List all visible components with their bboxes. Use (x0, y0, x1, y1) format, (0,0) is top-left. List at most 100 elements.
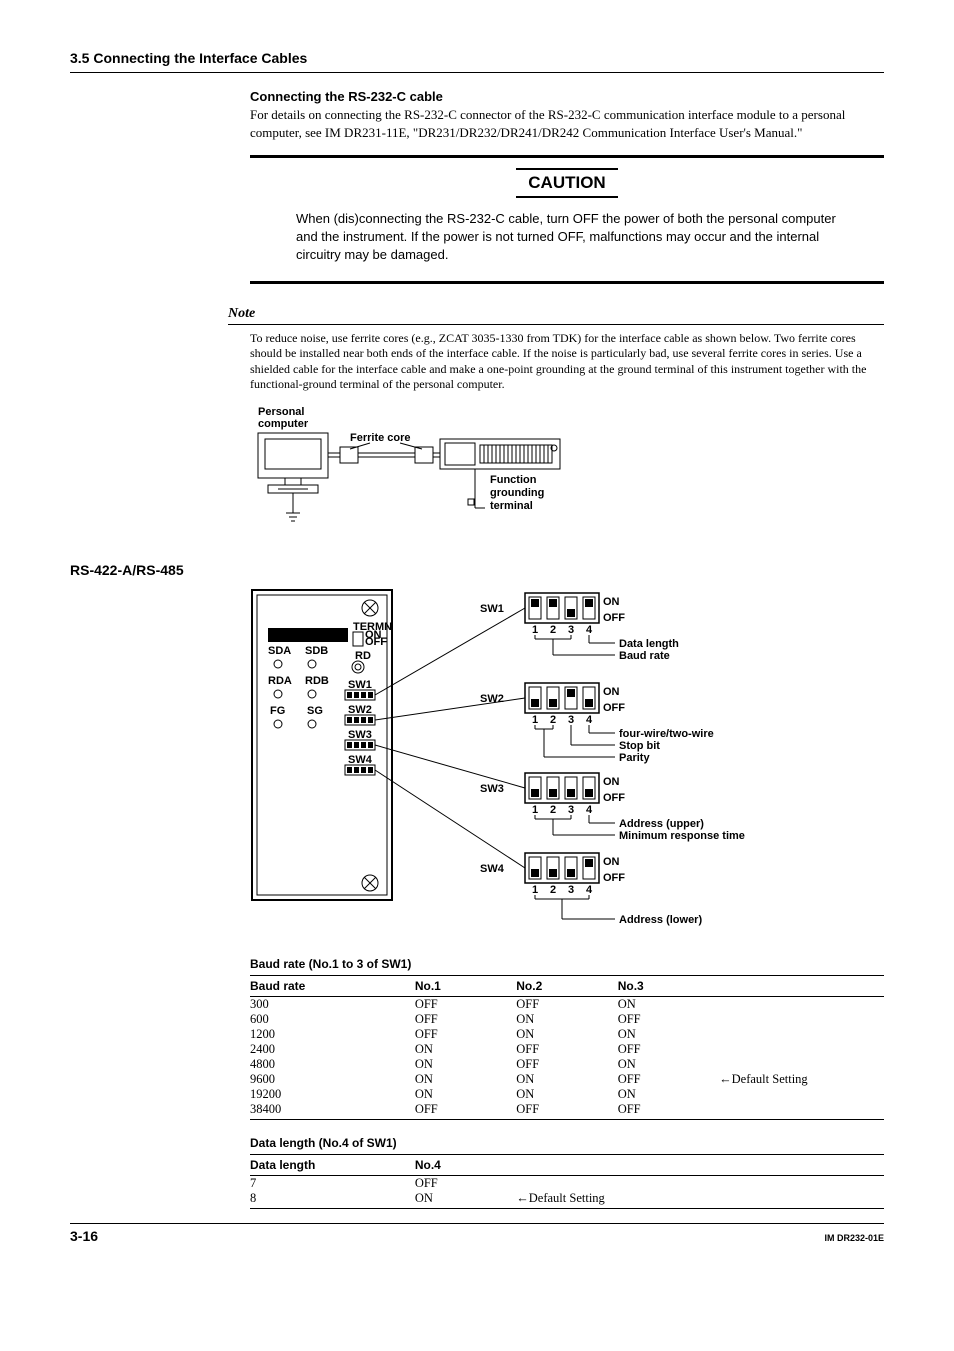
svg-text:1: 1 (532, 624, 538, 636)
svg-text:3: 3 (568, 624, 574, 636)
svg-text:SG: SG (307, 705, 323, 717)
dip-diagram: RS422/485 TERMN ON OFF RD SDA SDB RDA RD… (250, 588, 884, 941)
svg-text:terminal: terminal (490, 500, 533, 512)
table-cell: 300 (250, 997, 415, 1013)
svg-text:FG: FG (270, 705, 285, 717)
table-cell: ←Default Setting (719, 1072, 884, 1087)
table-cell: ON (516, 1012, 617, 1027)
table-cell: ON (516, 1087, 617, 1102)
svg-text:4: 4 (586, 884, 593, 896)
svg-text:Data length: Data length (619, 638, 679, 650)
table-cell (719, 1087, 884, 1102)
table-cell: OFF (618, 1102, 719, 1120)
table1-title: Baud rate (No.1 to 3 of SW1) (250, 957, 884, 971)
page-number: 3-16 (70, 1228, 98, 1244)
note-heading: Note (228, 306, 884, 325)
table-cell: OFF (516, 1102, 617, 1120)
svg-text:1: 1 (532, 714, 538, 726)
table-row: 19200ONONON (250, 1087, 884, 1102)
table-header: No.4 (415, 1155, 516, 1176)
page-footer: 3-16 IM DR232-01E (70, 1223, 884, 1244)
svg-text:ON: ON (603, 596, 620, 608)
caution-block: CAUTION When (dis)connecting the RS-232-… (250, 155, 884, 284)
rs232-body: For details on connecting the RS-232-C c… (250, 106, 884, 141)
svg-text:OFF: OFF (365, 636, 387, 648)
table-cell: ON (415, 1191, 516, 1209)
table-cell: 19200 (250, 1087, 415, 1102)
svg-text:2: 2 (550, 624, 556, 636)
svg-text:Ferrite core: Ferrite core (350, 432, 411, 444)
table-cell: OFF (618, 1042, 719, 1057)
svg-text:4: 4 (586, 714, 593, 726)
table-cell: 38400 (250, 1102, 415, 1120)
table-header: Data length (250, 1155, 415, 1176)
svg-text:2: 2 (550, 804, 556, 816)
table-cell: OFF (415, 997, 516, 1013)
svg-text:Address (lower): Address (lower) (619, 914, 702, 926)
table-header: No.3 (618, 976, 719, 997)
svg-text:4: 4 (586, 624, 593, 636)
svg-text:SDA: SDA (268, 645, 291, 657)
svg-text:3: 3 (568, 884, 574, 896)
table-cell: ON (415, 1087, 516, 1102)
table-cell: ON (415, 1042, 516, 1057)
table-header: Baud rate (250, 976, 415, 997)
table-cell: OFF (618, 1012, 719, 1027)
svg-text:1: 1 (532, 804, 538, 816)
table-cell (719, 1027, 884, 1042)
table-cell: OFF (516, 997, 617, 1013)
table-row: 300OFFOFFON (250, 997, 884, 1013)
table-cell: ON (618, 1087, 719, 1102)
svg-text:computer: computer (258, 418, 309, 430)
svg-text:RDB: RDB (305, 675, 329, 687)
table-cell (719, 1057, 884, 1072)
svg-text:SW4: SW4 (348, 754, 373, 766)
table-cell: 7 (250, 1176, 415, 1192)
table-header (516, 1155, 884, 1176)
svg-text:grounding: grounding (490, 487, 544, 499)
table-cell (719, 1012, 884, 1027)
svg-text:SW1: SW1 (480, 603, 504, 615)
table-cell: OFF (415, 1176, 516, 1192)
svg-text:four-wire/two-wire: four-wire/two-wire (619, 728, 714, 740)
table-cell: ON (516, 1072, 617, 1087)
svg-text:OFF: OFF (603, 612, 625, 624)
svg-text:RD: RD (355, 650, 371, 662)
svg-text:SW3: SW3 (348, 729, 372, 741)
table-cell (719, 1102, 884, 1120)
table-cell: ON (618, 997, 719, 1013)
table-cell: ←Default Setting (516, 1191, 884, 1209)
svg-text:OFF: OFF (603, 872, 625, 884)
table-cell: ON (415, 1072, 516, 1087)
rs232-title: Connecting the RS-232-C cable (250, 89, 884, 104)
table-cell (516, 1176, 884, 1192)
table-cell: 2400 (250, 1042, 415, 1057)
svg-text:3: 3 (568, 714, 574, 726)
table-row: 2400ONOFFOFF (250, 1042, 884, 1057)
caution-title: CAUTION (516, 168, 617, 198)
data-length-table: Data lengthNo.4 7OFF8ON←Default Setting (250, 1154, 884, 1209)
table-cell: OFF (415, 1102, 516, 1120)
svg-text:Stop bit: Stop bit (619, 740, 660, 752)
table-cell: OFF (415, 1012, 516, 1027)
table-cell: OFF (415, 1027, 516, 1042)
note-body: To reduce noise, use ferrite cores (e.g.… (250, 331, 884, 393)
table-cell: ON (516, 1027, 617, 1042)
svg-text:Function: Function (490, 474, 537, 486)
table-cell (719, 997, 884, 1013)
table-cell: 1200 (250, 1027, 415, 1042)
svg-text:Parity: Parity (619, 752, 650, 764)
table-row: 1200OFFONON (250, 1027, 884, 1042)
section-header: 3.5 Connecting the Interface Cables (70, 50, 884, 73)
table2-title: Data length (No.4 of SW1) (250, 1136, 884, 1150)
rs422-heading: RS-422-A/RS-485 (70, 562, 884, 578)
svg-text:4: 4 (586, 804, 593, 816)
table-row: 38400OFFOFFOFF (250, 1102, 884, 1120)
svg-text:SW4: SW4 (480, 863, 505, 875)
svg-text:3: 3 (568, 804, 574, 816)
svg-text:SW2: SW2 (480, 693, 504, 705)
table-header: No.1 (415, 976, 516, 997)
table-header (719, 976, 884, 997)
svg-text:ON: ON (603, 776, 620, 788)
svg-text:SW3: SW3 (480, 783, 504, 795)
